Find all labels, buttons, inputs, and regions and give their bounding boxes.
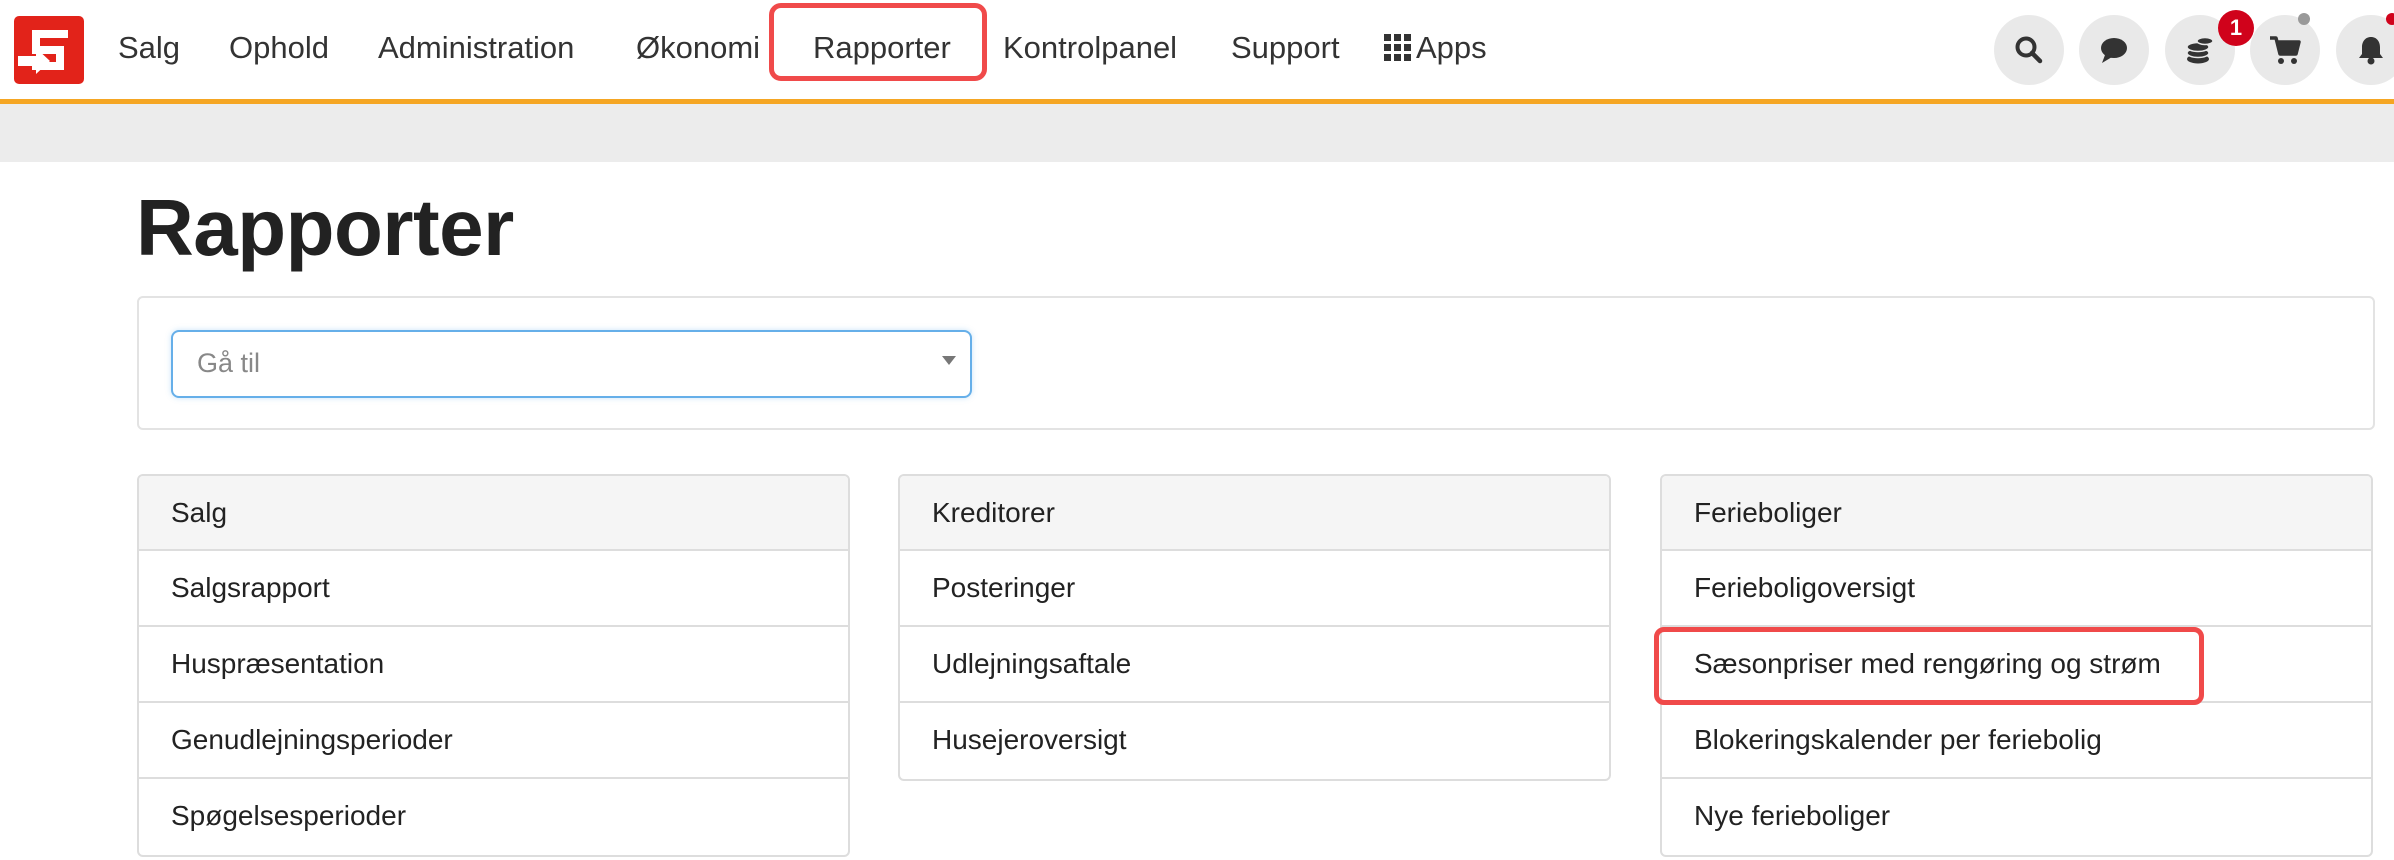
nav-item-ophold[interactable]: Ophold [229,28,329,68]
saesonpriser-highlight-box [1654,627,2204,705]
report-link-ferieboligoversigt[interactable]: Ferieboligoversigt [1662,551,2371,627]
notifications-button[interactable] [2336,15,2394,85]
coins-icon [2186,36,2214,64]
report-group-heading: Ferieboliger [1662,476,2371,551]
nav-item-apps-label: Apps [1416,30,1487,65]
report-link-huspraesentation[interactable]: Huspræsentation [139,627,848,703]
report-link-genudlejningsperioder[interactable]: Genudlejningsperioder [139,703,848,779]
search-button[interactable] [1994,15,2064,85]
report-link-spogelsesperioder[interactable]: Spøgelsesperioder [139,779,848,855]
report-link-posteringer[interactable]: Posteringer [900,551,1609,627]
chat-button[interactable] [2079,15,2149,85]
page-title: Rapporter [136,183,514,272]
cart-button[interactable] [2250,15,2320,85]
report-group-heading: Salg [139,476,848,551]
search-icon [2015,36,2043,64]
goto-placeholder: Gå til [197,348,261,378]
nav-item-salg[interactable]: Salg [118,28,180,68]
report-group-salg: Salg Salgsrapport Huspræsentation Genudl… [137,474,850,857]
caret-down-icon [942,356,956,365]
logo-icon [18,30,68,74]
bell-status-dot [2386,13,2394,25]
nav-item-administration[interactable]: Administration [378,28,574,68]
bell-icon [2359,37,2383,65]
cart-status-dot [2298,13,2310,25]
nav-item-kontrolpanel[interactable]: Kontrolpanel [1003,28,1177,68]
chat-icon [2101,38,2127,63]
report-link-salgsrapport[interactable]: Salgsrapport [139,551,848,627]
app-logo[interactable] [14,16,84,84]
report-link-nye-ferieboliger[interactable]: Nye ferieboliger [1662,779,2371,855]
notification-badge: 1 [2218,10,2254,46]
cart-icon [2270,36,2301,64]
rapporter-highlight-box [769,3,987,81]
top-navbar: Salg Ophold Administration Økonomi Rappo… [0,0,2394,104]
nav-item-okonomi[interactable]: Økonomi [636,28,760,68]
nav-item-apps[interactable]: Apps [1384,28,1487,68]
breadcrumb-strip [0,104,2394,162]
nav-item-support[interactable]: Support [1231,28,1340,68]
goto-select[interactable]: Gå til [171,330,972,398]
report-group-kreditorer: Kreditorer Posteringer Udlejningsaftale … [898,474,1611,781]
apps-grid-icon [1384,34,1411,61]
report-group-heading: Kreditorer [900,476,1609,551]
report-link-udlejningsaftale[interactable]: Udlejningsaftale [900,627,1609,703]
report-link-blokeringskalender[interactable]: Blokeringskalender per feriebolig [1662,703,2371,779]
report-link-husejeroversigt[interactable]: Husejeroversigt [900,703,1609,779]
